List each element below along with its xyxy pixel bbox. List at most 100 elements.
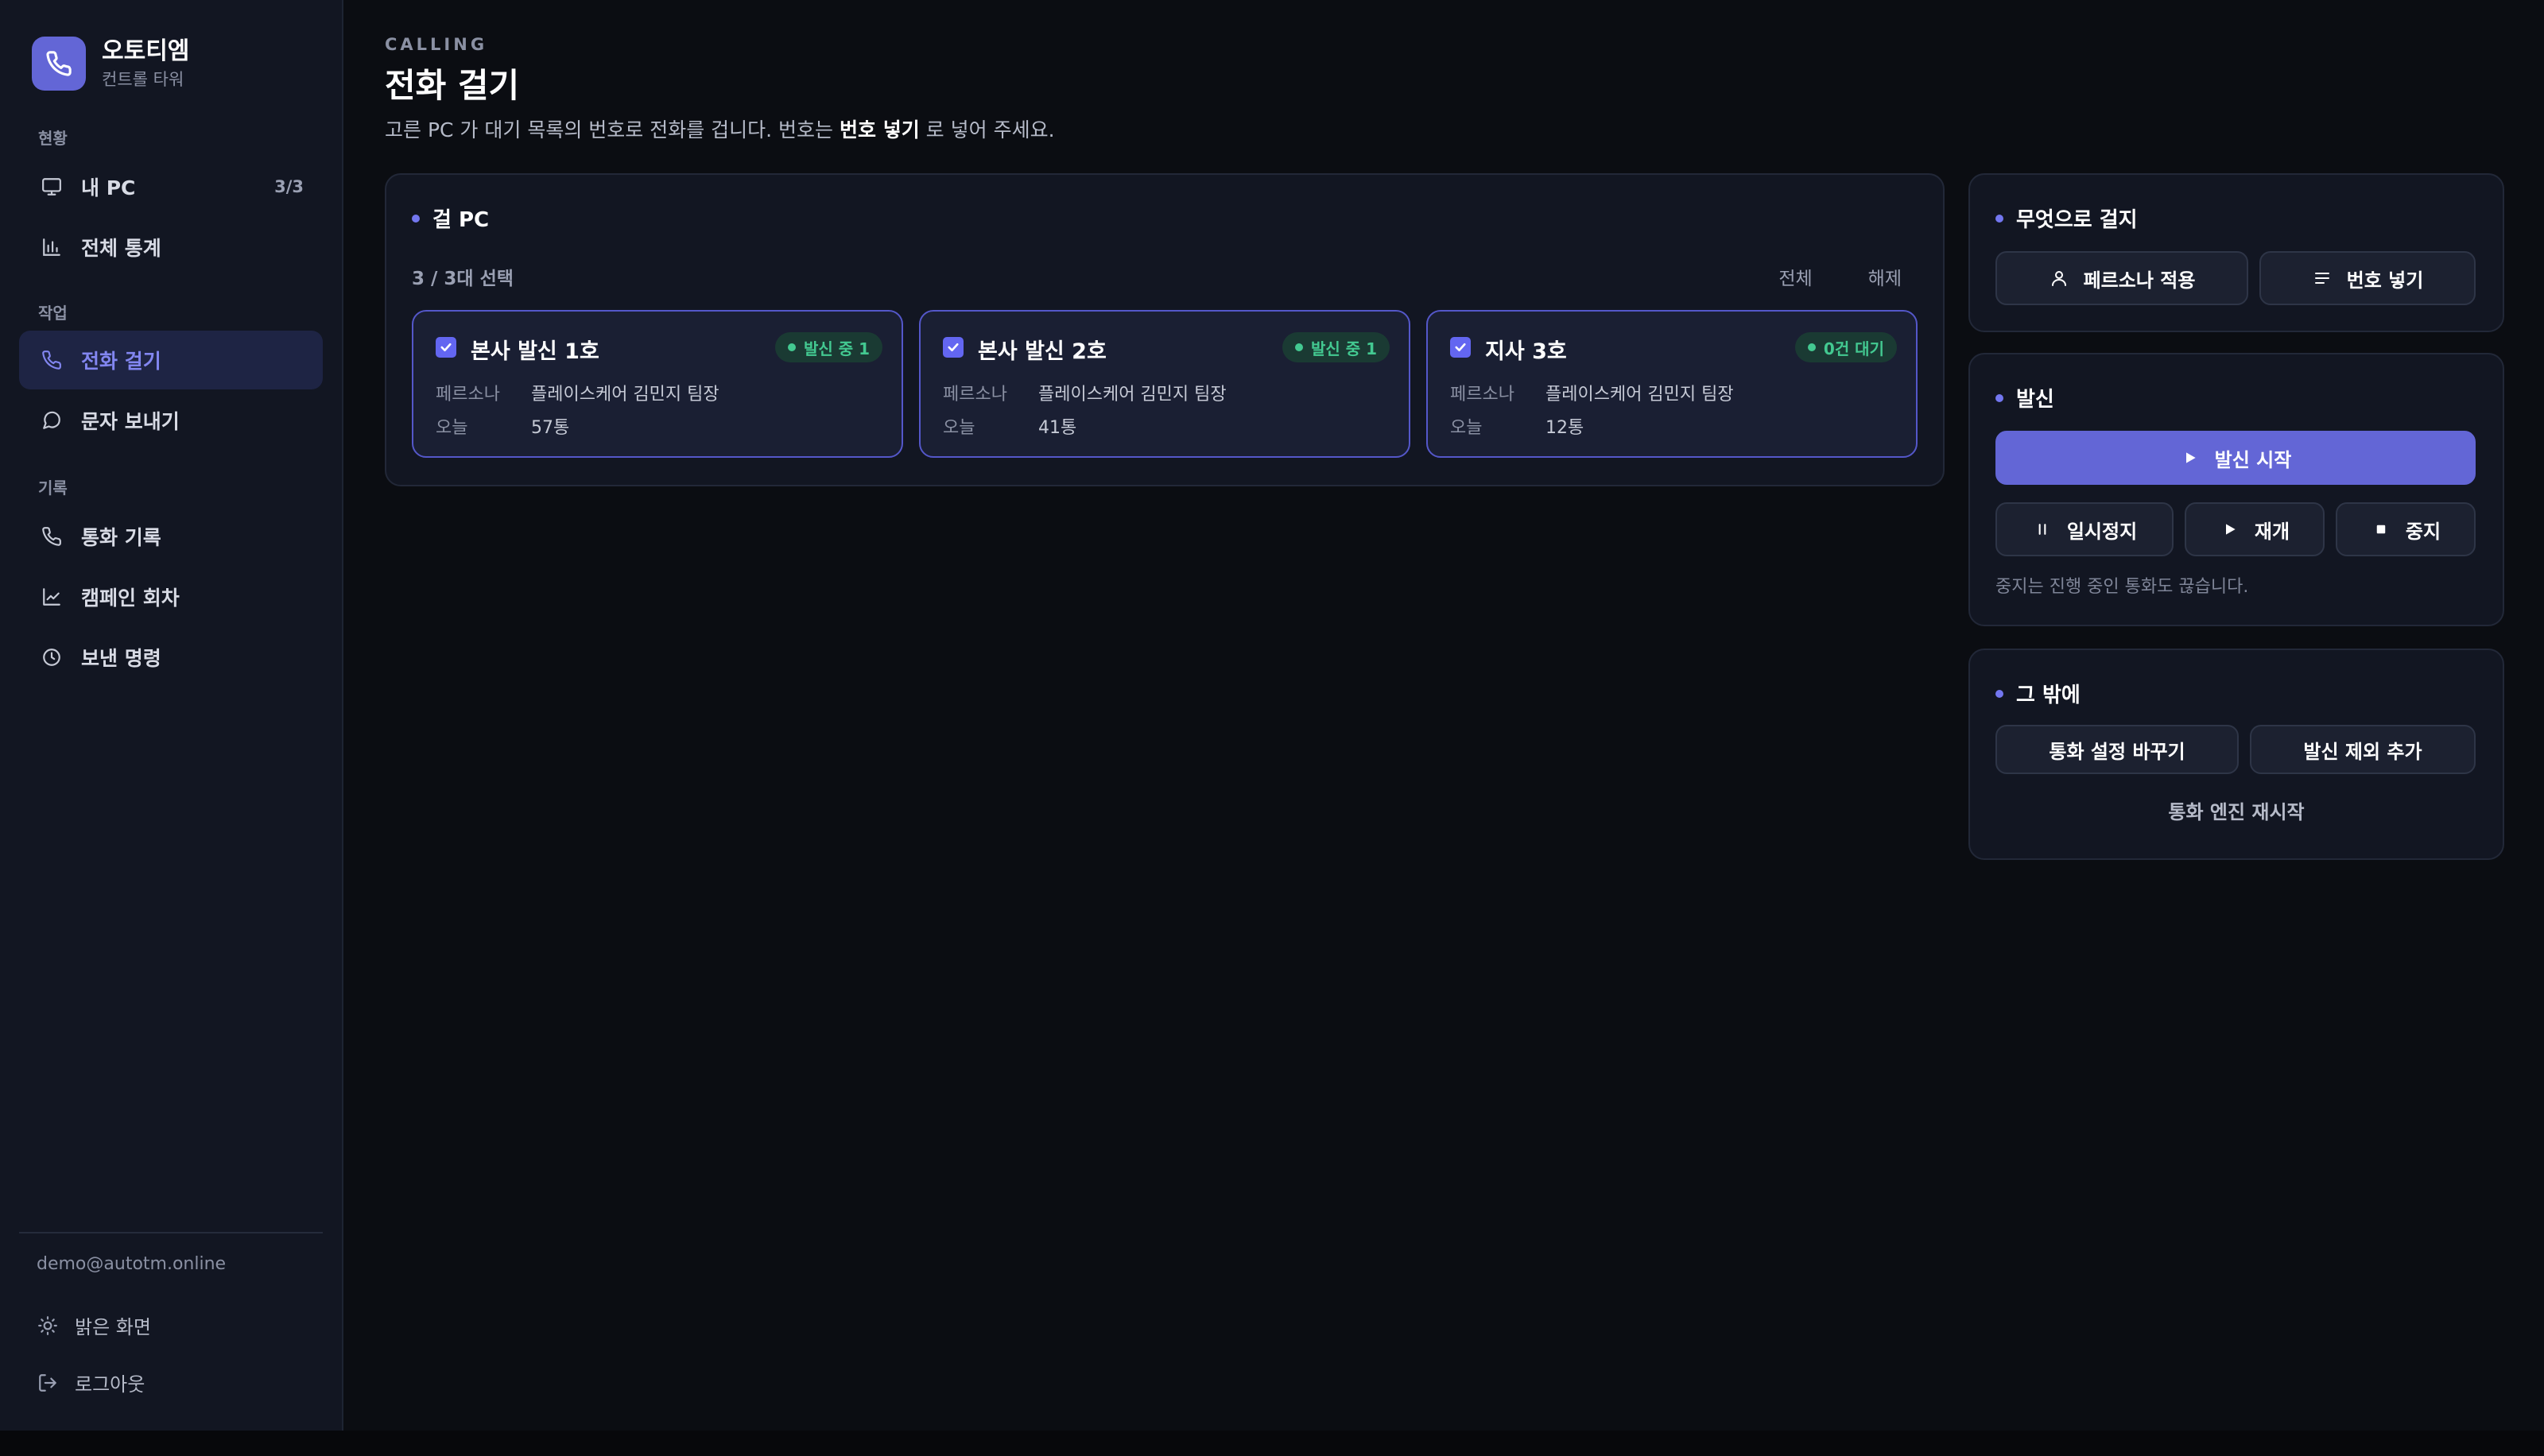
sidebar-item-commands[interactable]: 보낸 명령 — [19, 628, 323, 687]
today-label: 오늘 — [943, 418, 975, 438]
deselect-all-button[interactable]: 해제 — [1868, 263, 1902, 290]
persona-value: 플레이스케어 김민지 팀장 — [531, 385, 719, 405]
sidebar-item-sms[interactable]: 문자 보내기 — [19, 391, 323, 450]
sidebar-item-label: 문자 보내기 — [81, 410, 180, 433]
today-value: 41통 — [1038, 418, 1077, 438]
selection-row: 3 / 3대 선택 전체 해제 — [412, 262, 1918, 291]
stop-icon — [2371, 519, 2391, 540]
sidebar-item-campaigns[interactable]: 캠페인 회차 — [19, 567, 323, 626]
pc-card[interactable]: 본사 발신 1호 발신 중 1 페르소나 플레이스케어 김민지 팀장 오늘 57… — [412, 310, 903, 458]
status-badge-text: 발신 중 1 — [803, 339, 870, 358]
message-icon — [40, 409, 64, 432]
list-icon — [2312, 268, 2333, 288]
light-mode-label: 밝은 화면 — [75, 1316, 151, 1338]
persona-value: 플레이스케어 김민지 팀장 — [1545, 385, 1734, 405]
stop-button[interactable]: 중지 — [2336, 502, 2476, 556]
start-dialing-label: 발신 시작 — [2214, 448, 2292, 471]
pc-persona-row: 페르소나 플레이스케어 김민지 팀장 — [943, 380, 1227, 405]
line-chart-icon — [40, 585, 64, 609]
pc-name: 지사 3호 — [1485, 339, 1567, 364]
bullet-dot — [412, 214, 420, 223]
pc-checkbox[interactable] — [436, 337, 456, 358]
stop-label: 중지 — [2405, 520, 2441, 543]
light-mode-toggle[interactable]: 밝은 화면 — [37, 1311, 151, 1339]
change-settings-label: 통화 설정 바꾸기 — [2049, 740, 2185, 763]
logout-label: 로그아웃 — [75, 1373, 145, 1396]
status-badge: 발신 중 1 — [774, 332, 882, 362]
select-all-button[interactable]: 전체 — [1778, 263, 1812, 290]
pc-checkbox[interactable] — [1450, 337, 1471, 358]
page-description: 고른 PC 가 대기 목록의 번호로 전화를 겁니다. 번호는 번호 넣기 로 … — [385, 114, 1055, 143]
dial-panel-title: 발신 — [1995, 383, 2054, 412]
status-badge: 0건 대기 — [1794, 332, 1897, 362]
today-label: 오늘 — [436, 418, 468, 438]
today-value: 57통 — [531, 418, 570, 438]
pc-name: 본사 발신 2호 — [978, 339, 1107, 364]
sidebar-item-label: 전체 통계 — [81, 237, 161, 260]
add-numbers-button[interactable]: 번호 넣기 — [2259, 251, 2476, 305]
resume-label: 재개 — [2254, 520, 2290, 543]
what-panel-title: 무엇으로 걸지 — [1995, 203, 2138, 233]
check-icon — [440, 343, 452, 352]
brand[interactable]: 오토티엠 컨트롤 타워 — [32, 37, 189, 91]
other-panel-title-text: 그 밖에 — [2016, 683, 2081, 707]
persona-label: 페르소나 — [436, 385, 500, 405]
sidebar-item-label: 보낸 명령 — [81, 647, 161, 670]
today-label: 오늘 — [1450, 418, 1483, 438]
page-eyebrow: CALLING — [385, 35, 488, 54]
pc-name: 본사 발신 1호 — [471, 339, 599, 364]
what-panel-title-text: 무엇으로 걸지 — [2016, 208, 2138, 232]
pc-panel-title-text: 걸 PC — [432, 208, 490, 232]
change-call-settings-button[interactable]: 통화 설정 바꾸기 — [1995, 725, 2239, 774]
nav-section-records: 기록 — [38, 478, 68, 498]
page-title: 전화 걸기 — [385, 66, 520, 105]
sidebar-item-call-log[interactable]: 통화 기록 — [19, 507, 323, 566]
phone-icon — [40, 348, 64, 372]
app-subtitle: 컨트롤 타워 — [102, 70, 184, 89]
dial-panel-title-text: 발신 — [2016, 388, 2054, 412]
start-dialing-button[interactable]: 발신 시작 — [1995, 431, 2476, 485]
sidebar-item-stats[interactable]: 전체 통계 — [19, 218, 323, 277]
pause-icon — [2032, 519, 2053, 540]
user-icon — [2049, 268, 2069, 288]
resume-button[interactable]: 재개 — [2185, 502, 2325, 556]
bullet-dot — [1995, 689, 2003, 698]
add-numbers-label: 번호 넣기 — [2346, 269, 2424, 292]
bullet-dot — [1995, 214, 2003, 223]
sidebar-item-label: 내 PC — [81, 176, 136, 199]
sidebar-item-my-pc[interactable]: 내 PC 3/3 — [19, 157, 323, 216]
sidebar-item-label: 통화 기록 — [81, 526, 161, 549]
apply-persona-button[interactable]: 페르소나 적용 — [1995, 251, 2248, 305]
pc-card[interactable]: 지사 3호 0건 대기 페르소나 플레이스케어 김민지 팀장 오늘 12통 — [1426, 310, 1918, 458]
sun-icon — [37, 1315, 59, 1337]
pc-card[interactable]: 본사 발신 2호 발신 중 1 페르소나 플레이스케어 김민지 팀장 오늘 41… — [919, 310, 1410, 458]
sidebar-divider — [19, 1232, 323, 1233]
what-panel: 무엇으로 걸지 페르소나 적용 번호 넣기 — [1968, 173, 2504, 332]
add-exclusion-label: 발신 제외 추가 — [2303, 740, 2422, 763]
sidebar: 오토티엠 컨트롤 타워 현황 내 PC 3/3 전체 통계 작업 전화 걸기 문… — [0, 0, 343, 1431]
persona-label: 페르소나 — [1450, 385, 1514, 405]
bar-chart-icon — [40, 235, 64, 259]
logout-button[interactable]: 로그아웃 — [37, 1369, 145, 1396]
restart-engine-button[interactable]: 통화 엔진 재시작 — [1970, 796, 2503, 824]
pc-today-row: 오늘 41통 — [943, 413, 1076, 439]
add-exclusion-button[interactable]: 발신 제외 추가 — [2250, 725, 2476, 774]
nav-section-status: 현황 — [38, 129, 68, 148]
pc-persona-row: 페르소나 플레이스케어 김민지 팀장 — [436, 380, 719, 405]
pause-label: 일시정지 — [2066, 520, 2138, 543]
main-content: CALLING 전화 걸기 고른 PC 가 대기 목록의 번호로 전화를 겁니다… — [343, 0, 2544, 1431]
dial-panel: 발신 발신 시작 일시정지 재개 중지 중지는 진행 중인 통화도 끊습니다. — [1968, 353, 2504, 626]
other-panel-title: 그 밖에 — [1995, 679, 2081, 708]
monitor-icon — [40, 175, 64, 199]
play-icon — [2180, 447, 2201, 468]
sidebar-item-calling[interactable]: 전화 걸기 — [19, 331, 323, 389]
pc-checkbox[interactable] — [943, 337, 964, 358]
pause-button[interactable]: 일시정지 — [1995, 502, 2174, 556]
status-badge: 발신 중 1 — [1282, 332, 1390, 362]
pc-panel-title: 걸 PC — [412, 203, 489, 233]
pc-panel: 걸 PC 3 / 3대 선택 전체 해제 본사 발신 1호 발신 중 1 페르소… — [385, 173, 1945, 486]
desc-text-2: 로 넣어 주세요. — [919, 118, 1055, 141]
phone-icon — [40, 525, 64, 548]
logout-icon — [37, 1372, 59, 1394]
user-email: demo@autotm.online — [37, 1254, 227, 1274]
